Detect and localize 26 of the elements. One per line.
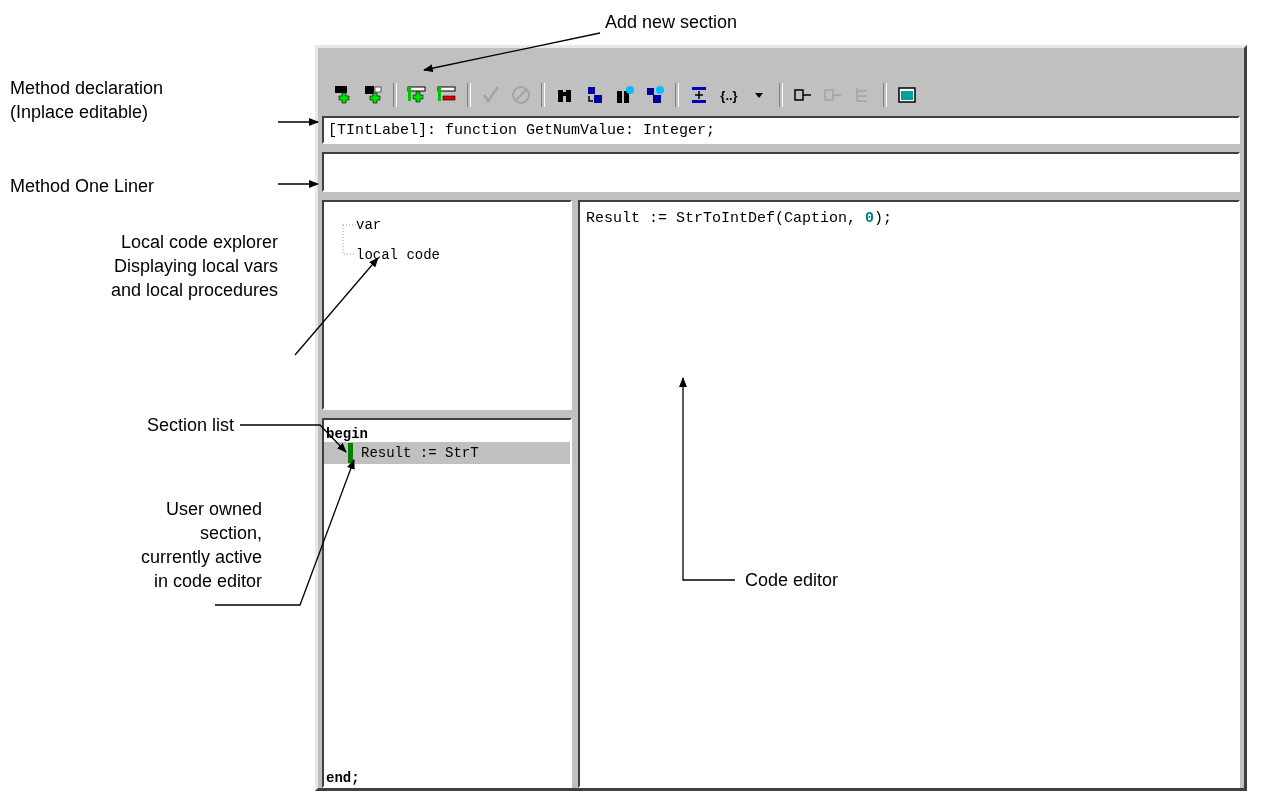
caret-down-icon bbox=[755, 92, 763, 98]
procedure-plus-icon bbox=[363, 85, 383, 105]
begin-keyword: begin bbox=[325, 426, 369, 442]
variable-plus-icon bbox=[333, 85, 353, 105]
annotation-label: Code editor bbox=[745, 569, 839, 592]
annotation-label: Method One Liner bbox=[10, 175, 155, 198]
section-plus-icon bbox=[407, 85, 427, 105]
annotation-arrow bbox=[277, 118, 319, 126]
method-declaration-field[interactable]: [TIntLabel]: function GetNumValue: Integer; bbox=[322, 116, 1240, 144]
annotation-label: Section list bbox=[146, 414, 234, 437]
code-line: Result := StrToIntDef(Caption, 0); bbox=[586, 210, 894, 227]
section-item[interactable]: Result := StrT bbox=[324, 442, 570, 464]
braces-button[interactable]: {..} bbox=[716, 82, 742, 108]
cancel-icon bbox=[511, 85, 531, 105]
annotation-arrow bbox=[277, 180, 319, 188]
annotation-label: Method declaration (Inplace editable) bbox=[10, 77, 164, 124]
tree-item[interactable]: var bbox=[356, 217, 382, 233]
align-center-icon bbox=[689, 85, 709, 105]
tree-item[interactable]: local code bbox=[356, 247, 440, 263]
annotation-label: Local code explorer Displaying local vars and local procedures bbox=[110, 231, 278, 302]
one-liner-field[interactable] bbox=[322, 152, 1240, 192]
annotation-label: User owned section, currently active in code editor bbox=[140, 498, 262, 593]
checkmark-icon bbox=[481, 85, 501, 105]
annotation-label: Add new section bbox=[605, 11, 738, 34]
end-keyword: end; bbox=[325, 770, 361, 786]
window-icon bbox=[897, 85, 917, 105]
